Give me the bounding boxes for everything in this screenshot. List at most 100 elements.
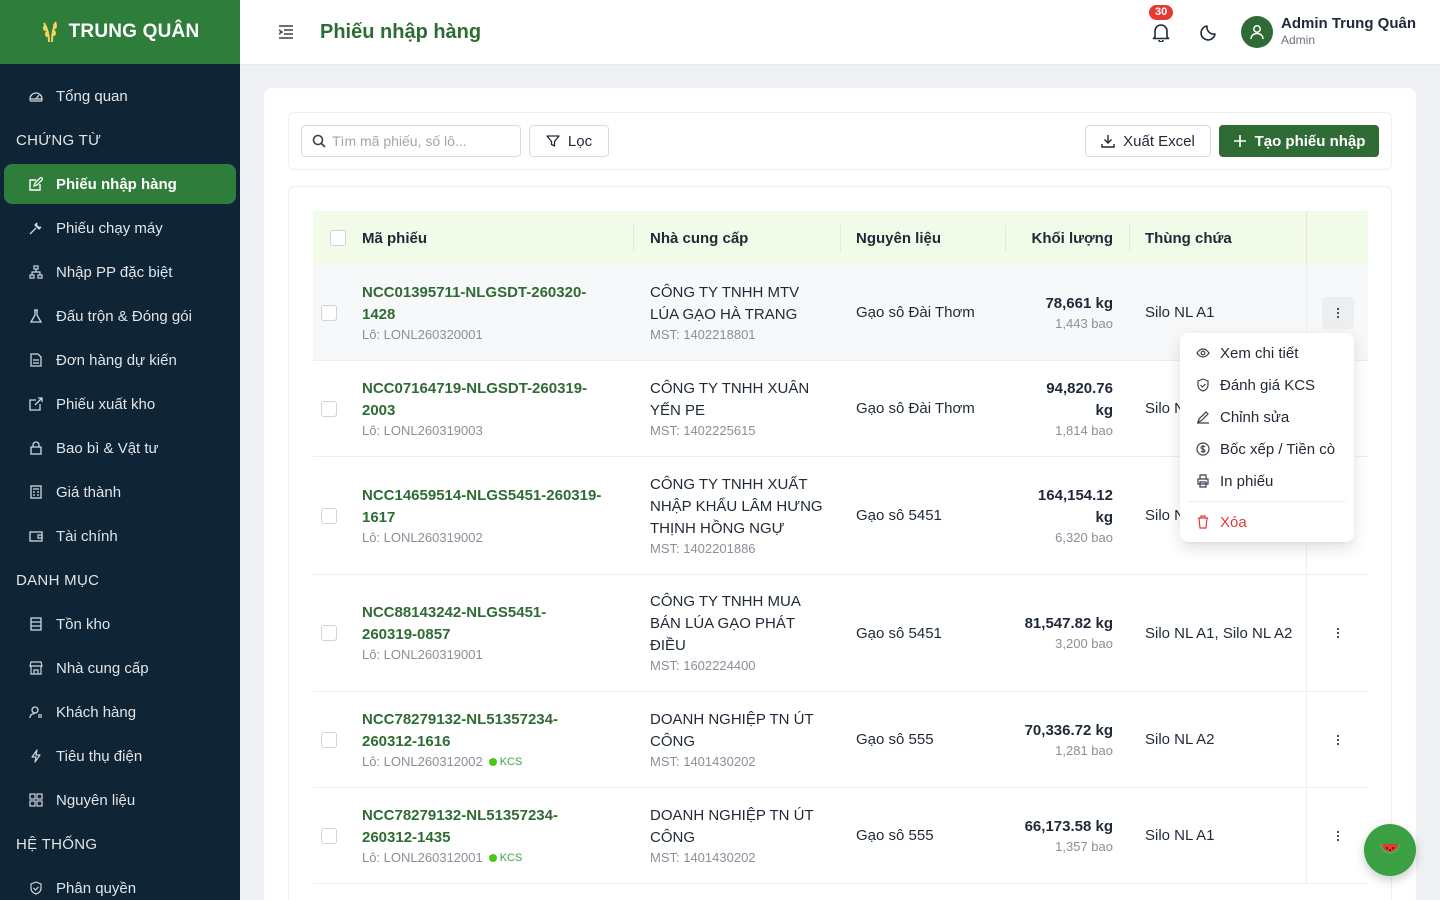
receipt-code-link[interactable]: 260319-0857 <box>362 624 632 646</box>
search-input[interactable] <box>332 133 512 149</box>
supplier-tax-code: MST: 1402225615 <box>650 422 756 438</box>
menu-item[interactable]: Bốc xếp / Tiền cò <box>1184 433 1350 465</box>
select-all-checkbox[interactable] <box>329 230 346 246</box>
sidebar-item[interactable]: Khách hàng <box>4 692 236 732</box>
create-receipt-button[interactable]: Tạo phiếu nhập <box>1219 125 1379 157</box>
supplier-name: YẾN PE <box>650 401 706 419</box>
row-checkbox[interactable] <box>321 507 337 524</box>
row-checkbox[interactable] <box>321 304 337 321</box>
sidebar-item[interactable]: Nhập PP đặc biệt <box>4 252 236 292</box>
sidebar-item[interactable]: Phiếu chạy máy <box>4 208 236 248</box>
material-name: Gạo sô 555 <box>856 731 934 748</box>
receipt-code-link[interactable]: 1617 <box>362 507 632 529</box>
col-header-bin[interactable]: Thùng chứa <box>1145 230 1232 247</box>
sidebar-item-label: Tồn kho <box>56 615 111 633</box>
col-header-actions <box>1306 211 1368 265</box>
search-box[interactable] <box>301 125 521 157</box>
bin-name: Silo NL A1 <box>1145 304 1215 321</box>
export-excel-button[interactable]: Xuất Excel <box>1085 125 1211 157</box>
bag-count: 1,357 bao <box>1055 838 1113 854</box>
sidebar-item[interactable]: Đơn hàng dự kiến <box>4 340 236 380</box>
delete-icon <box>1196 515 1210 529</box>
eye-icon <box>1196 346 1210 360</box>
col-header-material[interactable]: Nguyên liệu <box>856 230 941 247</box>
menu-item[interactable]: In phiếu <box>1184 465 1350 497</box>
row-action-menu: Xem chi tiết Đánh giá KCS Chỉnh sửa Bốc xếp… <box>1180 333 1354 542</box>
col-header-code[interactable]: Mã phiếu <box>362 230 427 247</box>
user-icon <box>1250 25 1264 40</box>
delete-menu-item[interactable]: Xóa <box>1184 506 1350 538</box>
weight-value: 66,173.58 kg <box>1024 817 1113 835</box>
printer-icon <box>1196 474 1210 488</box>
more-actions-button[interactable] <box>1322 820 1354 852</box>
notification-button[interactable]: 30 <box>1149 5 1174 44</box>
row-checkbox[interactable] <box>321 827 337 844</box>
receipt-code-link[interactable]: 1428 <box>362 304 632 326</box>
receipt-code-link[interactable]: NCC88143242-NLGS5451- <box>362 602 632 624</box>
row-checkbox[interactable] <box>321 731 337 748</box>
lot-number: Lô: LONL260319001 <box>362 646 632 664</box>
more-actions-button[interactable] <box>1321 296 1354 329</box>
receipt-code-link[interactable]: NCC78279132-NL51357234- <box>362 805 632 827</box>
bag-count: 1,443 bao <box>1055 315 1113 331</box>
filter-button[interactable]: Lọc <box>529 125 609 157</box>
table-row[interactable]: NCC78279132-NL51357234- 260312-1435 Lô: LO… <box>313 788 1368 884</box>
more-actions-button[interactable] <box>1322 617 1354 649</box>
sidebar-item[interactable]: Giá thành <box>4 472 236 512</box>
supplier-tax-code: MST: 1402218801 <box>650 326 756 342</box>
menu-item[interactable]: Xem chi tiết <box>1184 337 1350 369</box>
cell-supplier: CÔNG TY TNHH XUẤT NHẬP KHẨU LÂM HƯNG THỊNH… <box>650 457 835 574</box>
receipt-code-link[interactable]: 2003 <box>362 400 632 422</box>
dark-mode-toggle[interactable] <box>1197 20 1221 44</box>
filter-label: Lọc <box>567 132 593 150</box>
cell-actions <box>1306 575 1368 691</box>
sidebar-item[interactable]: Nhà cung cấp <box>4 648 236 688</box>
table-row[interactable]: NCC78279132-NL51357234- 260312-1616 Lô: LO… <box>313 692 1368 788</box>
cell-code: NCC78279132-NL51357234- 260312-1435 Lô: LO… <box>362 788 632 883</box>
sidebar-item[interactable]: Phiếu xuất kho <box>4 384 236 424</box>
rice-logo-icon <box>42 21 57 43</box>
menu-fold-icon[interactable] <box>274 20 298 44</box>
sidebar-item[interactable]: Phân quyền <box>4 868 236 900</box>
row-checkbox[interactable] <box>321 625 337 641</box>
lot-number: Lô: LONL260319003 <box>362 422 632 440</box>
sidebar-item[interactable]: Nguyên liệu <box>4 780 236 820</box>
receipt-code-link[interactable]: NCC07164719-NLGSDT-260319- <box>362 378 632 400</box>
receipt-code-link[interactable]: 260312-1435 <box>362 827 632 849</box>
receipt-code-link[interactable]: NCC01395711-NLGSDT-260320- <box>362 282 632 304</box>
cell-actions <box>1306 692 1368 787</box>
col-header-supplier[interactable]: Nhà cung cấp <box>650 230 748 247</box>
menu-item[interactable]: Chỉnh sửa <box>1184 401 1350 433</box>
table-row[interactable]: NCC88143242-NLGS5451- 260319-0857 Lô: LONL… <box>313 575 1368 692</box>
sidebar-item[interactable]: Đấu trộn & Đóng gói <box>4 296 236 336</box>
receipt-code-link[interactable]: NCC14659514-NLGS5451-260319- <box>362 485 632 507</box>
lock-icon <box>28 440 44 456</box>
kcs-badge: KCS <box>488 753 522 771</box>
menu-item[interactable]: Đánh giá KCS <box>1184 369 1350 401</box>
menu-item-label: Xem chi tiết <box>1220 344 1299 362</box>
sidebar-item[interactable]: Tài chính <box>4 516 236 556</box>
sidebar-item[interactable]: Tiêu thụ điện <box>4 736 236 776</box>
menu-divider <box>1188 501 1346 502</box>
sidebar-item[interactable]: Tổng quan <box>4 76 236 116</box>
lot-number: Lô: LONL260312002 KCS <box>362 753 632 771</box>
more-actions-button[interactable] <box>1322 724 1354 756</box>
receipt-code-link[interactable]: 260312-1616 <box>362 731 632 753</box>
row-checkbox[interactable] <box>321 400 337 417</box>
lot-text: Lô: LONL260319001 <box>362 647 483 662</box>
sidebar-item-label: Phiếu chạy máy <box>56 219 163 237</box>
sidebar-item-label: Phân quyền <box>56 879 137 897</box>
col-header-weight[interactable]: Khối lượng <box>1013 230 1113 247</box>
cell-supplier: CÔNG TY TNHH MUA BÁN LÚA GẠO PHÁT ĐIỀU MST:… <box>650 575 835 691</box>
sidebar-item[interactable]: Tồn kho <box>4 604 236 644</box>
sidebar-item-label: Phiếu nhập hàng <box>56 175 177 193</box>
cell-material: Gạo sô 555 <box>856 692 1006 787</box>
sidebar-item[interactable]: Phiếu nhập hàng <box>4 164 236 204</box>
brand-logo[interactable]: TRUNG QUÂN <box>0 0 240 64</box>
float-button[interactable] <box>1364 824 1416 876</box>
user-menu[interactable]: Admin Trung Quân Admin <box>1241 15 1416 49</box>
receipt-code-link[interactable]: NCC78279132-NL51357234- <box>362 709 632 731</box>
cell-weight: 66,173.58 kg 1,357 bao <box>1013 788 1113 883</box>
nav-section-title: HỆ THỐNG <box>16 835 98 853</box>
sidebar-item[interactable]: Bao bì & Vật tư <box>4 428 236 468</box>
